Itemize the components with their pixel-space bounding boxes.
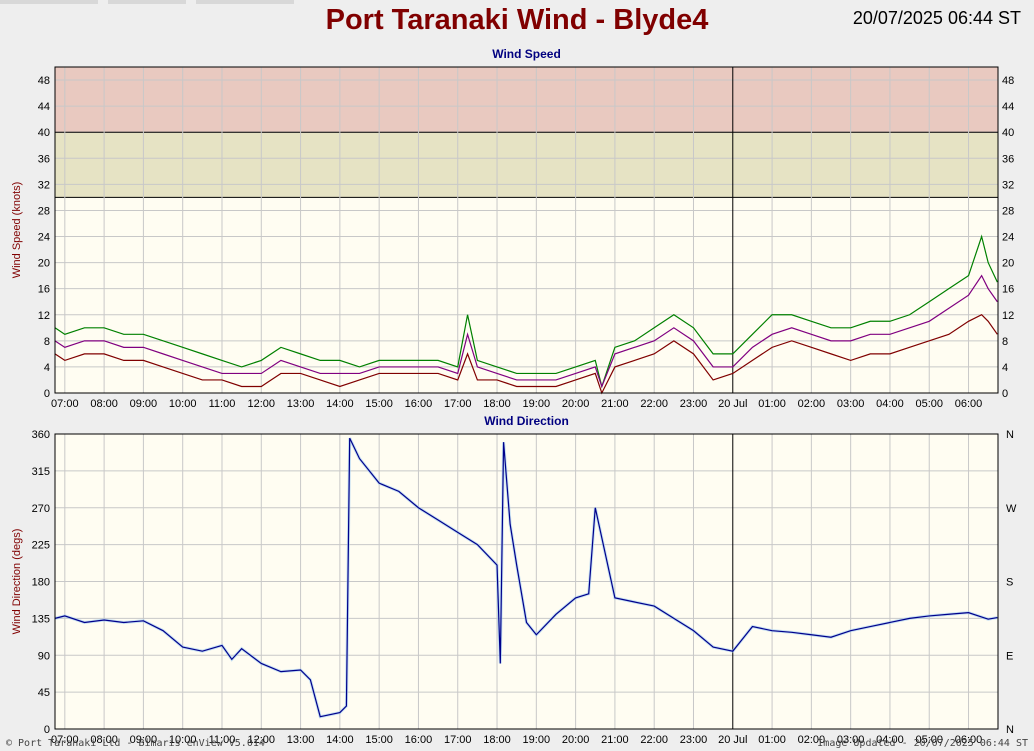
x-tick-label: 02:00 xyxy=(798,398,826,410)
y-tick-label: 225 xyxy=(32,540,50,552)
y-tick-label: 36 xyxy=(38,153,50,165)
y-tick-label-right: 16 xyxy=(1002,284,1014,296)
footer-updated: Image Updated - 20/07/2025 06:44 ST xyxy=(817,738,1028,749)
chart-panel-wind-direction xyxy=(54,433,999,730)
y-tick-label-right: 28 xyxy=(1002,205,1014,217)
y-tick-label: 360 xyxy=(32,429,50,441)
x-tick-label: 14:00 xyxy=(326,398,354,410)
y-tick-label: 90 xyxy=(38,650,50,662)
footer-copyright: © Port Taranaki Ltd - Bimaris enView V5.… xyxy=(6,738,265,749)
chart-title: Wind Speed xyxy=(492,47,561,61)
compass-label: S xyxy=(1006,577,1013,589)
y-tick-label: 24 xyxy=(38,232,50,244)
y-tick-label: 16 xyxy=(38,284,50,296)
y-tick-label-right: 20 xyxy=(1002,258,1014,270)
y-tick-label: 45 xyxy=(38,687,50,699)
y-tick-label: 315 xyxy=(32,466,50,478)
x-tick-label: 16:00 xyxy=(405,734,433,746)
compass-label: W xyxy=(1006,503,1017,515)
y-tick-label-right: 0 xyxy=(1002,388,1008,400)
x-tick-label: 15:00 xyxy=(365,398,393,410)
y-tick-label-right: 8 xyxy=(1002,336,1008,348)
y-tick-label: 40 xyxy=(38,127,50,139)
x-tick-label: 13:00 xyxy=(287,398,315,410)
x-tick-label: 20 Jul xyxy=(718,398,747,410)
compass-label: N xyxy=(1006,724,1014,736)
y-tick-label-right: 36 xyxy=(1002,153,1014,165)
x-tick-label: 01:00 xyxy=(758,734,786,746)
y-tick-label-right: 32 xyxy=(1002,179,1014,191)
y-tick-label: 4 xyxy=(44,362,50,374)
x-tick-label: 16:00 xyxy=(405,398,433,410)
x-tick-label: 05:00 xyxy=(915,398,943,410)
compass-label: N xyxy=(1006,429,1014,441)
y-tick-label: 8 xyxy=(44,336,50,348)
y-tick-label: 28 xyxy=(38,205,50,217)
y-tick-label: 12 xyxy=(38,310,50,322)
charts: 0 04 48 812 1216 1620 2024 2428 2832 3236 3640 4044… xyxy=(11,47,1017,746)
x-tick-label: 17:00 xyxy=(444,734,472,746)
y-axis-label: Wind Speed (knots) xyxy=(11,182,23,279)
y-tick-label-right: 44 xyxy=(1002,101,1014,113)
band-danger xyxy=(55,67,998,133)
y-tick-label: 0 xyxy=(44,724,50,736)
x-tick-label: 04:00 xyxy=(876,398,904,410)
x-tick-label: 20:00 xyxy=(562,398,590,410)
x-tick-label: 21:00 xyxy=(601,398,629,410)
y-tick-label-right: 40 xyxy=(1002,127,1014,139)
y-tick-label-right: 12 xyxy=(1002,310,1014,322)
x-tick-label: 11:00 xyxy=(209,398,236,410)
x-tick-label: 17:00 xyxy=(444,398,472,410)
x-tick-label: 13:00 xyxy=(287,734,315,746)
x-tick-label: 06:00 xyxy=(955,398,983,410)
x-tick-label: 22:00 xyxy=(640,734,668,746)
x-tick-label: 08:00 xyxy=(90,398,118,410)
y-tick-label-right: 4 xyxy=(1002,362,1008,374)
x-tick-label: 20 Jul xyxy=(718,734,747,746)
y-tick-label: 135 xyxy=(32,613,50,625)
x-tick-label: 23:00 xyxy=(680,734,708,746)
x-tick-label: 20:00 xyxy=(562,734,590,746)
x-tick-label: 21:00 xyxy=(601,734,629,746)
y-tick-label: 44 xyxy=(38,101,50,113)
y-tick-label: 32 xyxy=(38,179,50,191)
x-tick-label: 09:00 xyxy=(130,398,158,410)
x-tick-label: 18:00 xyxy=(483,734,511,746)
band-warning xyxy=(55,132,998,198)
chart-panel-wind-speed xyxy=(54,66,999,395)
compass-label: E xyxy=(1006,650,1013,662)
x-tick-label: 15:00 xyxy=(365,734,393,746)
x-tick-label: 18:00 xyxy=(483,398,511,410)
y-tick-label: 0 xyxy=(44,388,50,400)
x-tick-label: 23:00 xyxy=(680,398,708,410)
x-tick-label: 12:00 xyxy=(248,398,276,410)
x-tick-label: 19:00 xyxy=(523,398,551,410)
y-tick-label: 48 xyxy=(38,75,50,87)
x-tick-label: 07:00 xyxy=(51,398,79,410)
x-tick-label: 22:00 xyxy=(640,398,668,410)
x-tick-label: 10:00 xyxy=(169,398,197,410)
y-tick-label: 20 xyxy=(38,258,50,270)
x-tick-label: 03:00 xyxy=(837,398,865,410)
y-tick-label-right: 24 xyxy=(1002,232,1014,244)
x-tick-label: 14:00 xyxy=(326,734,354,746)
y-tick-label-right: 48 xyxy=(1002,75,1014,87)
y-tick-label: 180 xyxy=(32,577,50,589)
y-tick-label: 270 xyxy=(32,503,50,515)
y-axis-label: Wind Direction (degs) xyxy=(11,529,23,635)
x-tick-label: 19:00 xyxy=(523,734,551,746)
x-tick-label: 01:00 xyxy=(758,398,786,410)
chart-title: Wind Direction xyxy=(484,414,569,428)
